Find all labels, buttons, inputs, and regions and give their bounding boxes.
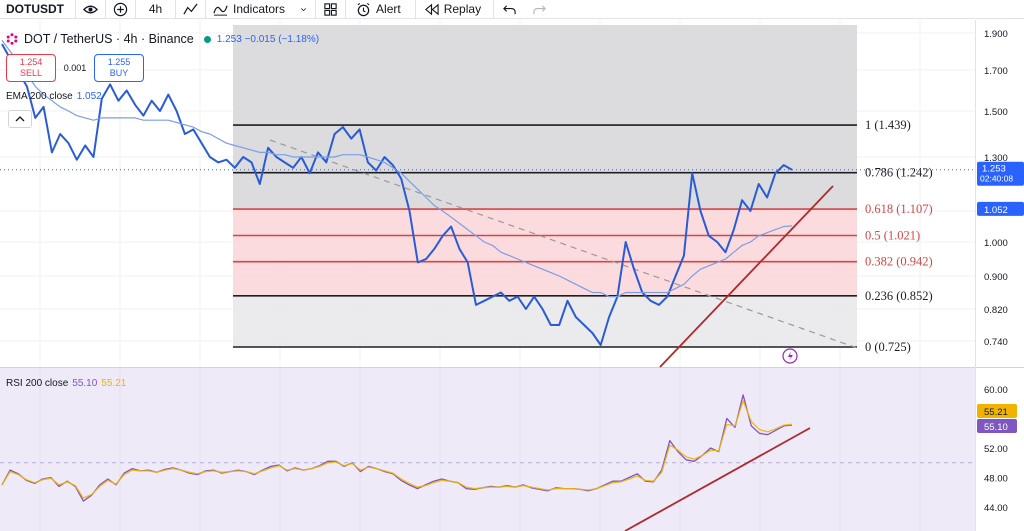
- price-chart[interactable]: 1 (1.439) 0.786 (1.242) 0.618 (1.107) 0.5 (…: [0, 0, 1024, 531]
- fib-level-label: 0.382 (0.942): [865, 255, 933, 269]
- price-axis-tick-label: 0.820: [984, 305, 1008, 316]
- rsi-axis-tick-label: 60.00: [984, 385, 1008, 396]
- chevron-up-icon: [15, 116, 25, 122]
- rsi-axis-tick-label: 48.00: [984, 474, 1008, 485]
- price-axis-tick-label: 1.000: [984, 238, 1008, 249]
- symbol-title: DOT / TetherUS · 4h · Binance: [24, 32, 194, 46]
- fib-zone-red: [233, 209, 857, 296]
- collapse-legend-button[interactable]: [8, 110, 32, 128]
- rsi-ma-value-label: 55.21: [984, 407, 1008, 418]
- buy-price: 1.255: [107, 57, 131, 67]
- price-axis-tick-label: 1.900: [984, 29, 1008, 40]
- price-axis-tick-label: 1.500: [984, 107, 1008, 118]
- price-axis-tick-label: 0.900: [984, 272, 1008, 283]
- sell-label: SELL: [19, 68, 43, 78]
- market-open-indicator: [203, 35, 211, 43]
- polkadot-logo-icon: [6, 33, 18, 45]
- rsi-pane-background: [0, 368, 975, 531]
- fib-level-label: 0.5 (1.021): [865, 228, 920, 242]
- spread-value: 0.001: [63, 63, 87, 73]
- ema-value-label: 1.052: [984, 205, 1008, 216]
- rsi-legend-title: RSI 200 close: [6, 378, 69, 389]
- rsi-legend[interactable]: RSI 200 close 55.10 55.21: [6, 378, 126, 389]
- rsi-axis-tick-label: 52.00: [984, 444, 1008, 455]
- ema-legend-value: 1.052: [76, 91, 102, 102]
- fib-zone-lower: [233, 295, 857, 347]
- rsi-value-label: 55.10: [984, 422, 1008, 433]
- bar-countdown-label: 02:40:08: [980, 174, 1013, 184]
- ema-legend[interactable]: EMA 200 close 1.052: [6, 91, 102, 102]
- fib-level-label: 1 (1.439): [865, 118, 911, 132]
- fib-level-label: 0 (0.725): [865, 340, 911, 354]
- price-axis-tick-label: 1.700: [984, 66, 1008, 77]
- rsi-axis-tick-label: 44.00: [984, 503, 1008, 514]
- sell-price: 1.254: [19, 57, 43, 67]
- fib-zone-upper: [233, 25, 857, 210]
- trade-panel: 1.254 SELL 0.001 1.255 BUY: [0, 54, 144, 82]
- ema-legend-title: EMA 200 close: [6, 91, 73, 102]
- buy-button[interactable]: 1.255 BUY: [94, 54, 144, 82]
- fib-level-label: 0.786 (1.242): [865, 166, 933, 180]
- sell-button[interactable]: 1.254 SELL: [6, 54, 56, 82]
- symbol-legend: DOT / TetherUS · 4h · Binance 1.253 −0.0…: [6, 32, 319, 46]
- price-axis-tick-label: 0.740: [984, 337, 1008, 348]
- rsi-legend-value: 55.10: [72, 378, 98, 389]
- buy-label: BUY: [109, 68, 129, 78]
- rsi-ma-legend-value: 55.21: [101, 378, 127, 389]
- last-quote: 1.253 −0.015 (−1.18%): [216, 33, 320, 45]
- fib-level-label: 0.236 (0.852): [865, 289, 933, 303]
- fib-level-label: 0.618 (1.107): [865, 202, 933, 216]
